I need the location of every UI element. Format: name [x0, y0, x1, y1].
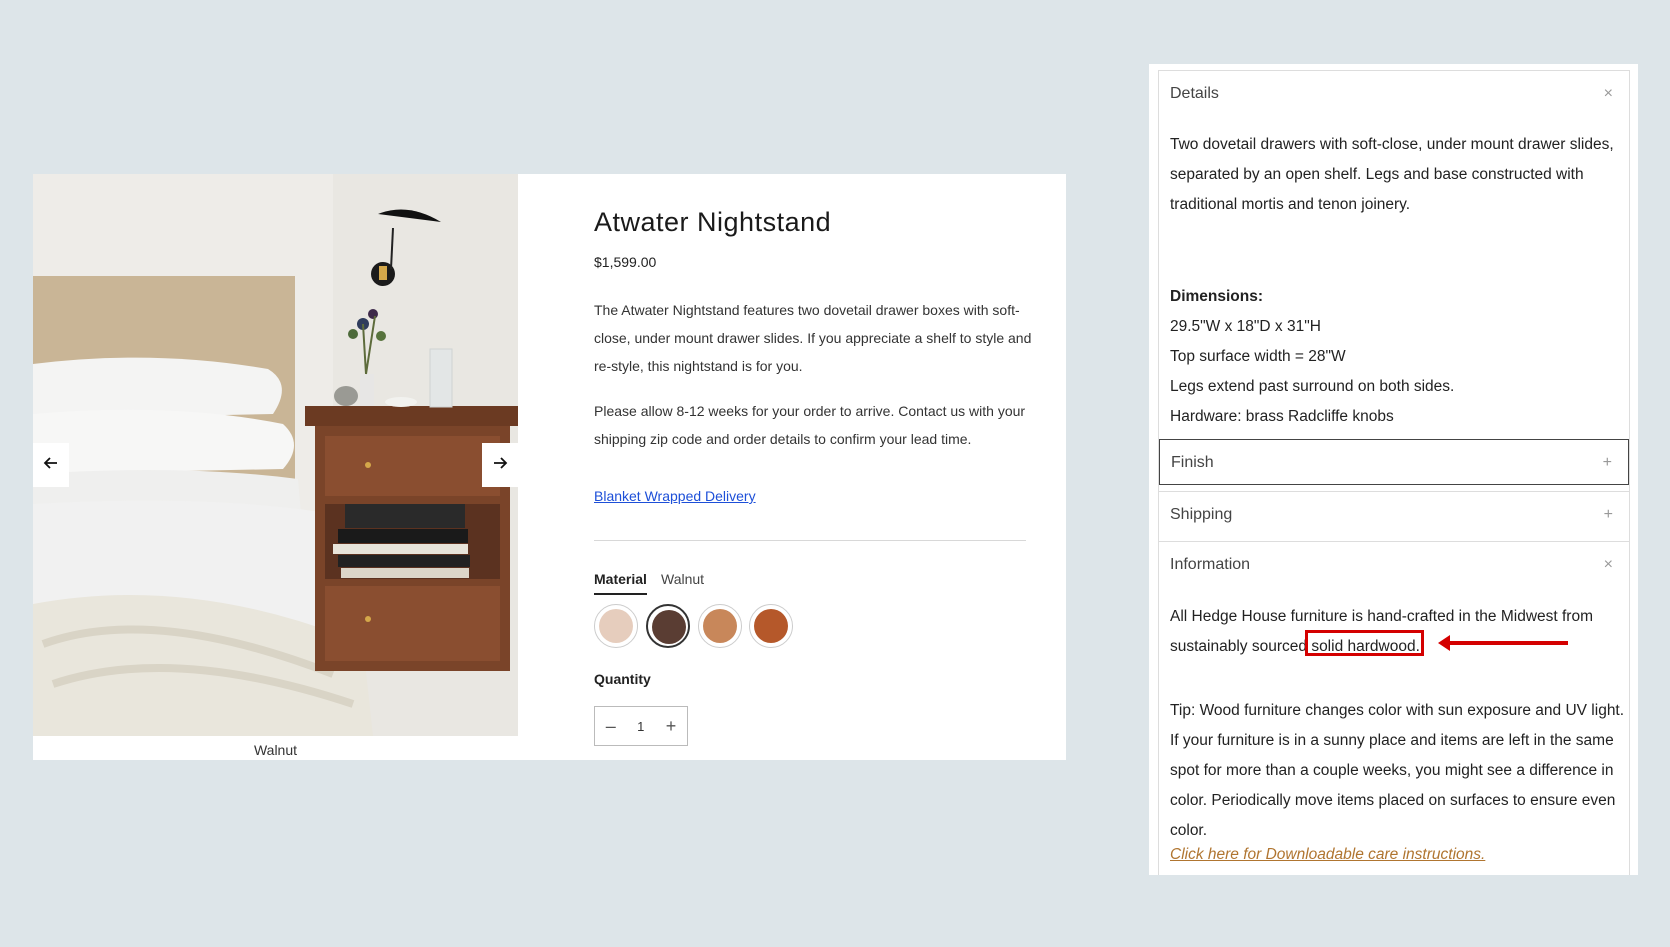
annotation-arrow-icon: [1434, 630, 1574, 661]
accordion-shipping-header[interactable]: Shipping +: [1159, 491, 1629, 537]
product-card: Walnut Atwater Nightstand $1,599.00 The …: [33, 174, 1066, 760]
quantity-stepper: – 1 +: [594, 706, 688, 746]
arrow-left-icon: [43, 455, 59, 476]
dimension-line: Hardware: brass Radcliffe knobs: [1170, 408, 1394, 425]
lead-time-note: Please allow 8-12 weeks for your order t…: [594, 403, 1026, 447]
material-selected-value: Walnut: [661, 571, 705, 587]
quantity-input[interactable]: 1: [637, 719, 644, 734]
close-icon: ×: [1603, 556, 1613, 573]
dimensions-title: Dimensions:: [1170, 288, 1264, 305]
next-image-button[interactable]: [482, 443, 518, 487]
swatch-mahogany[interactable]: [749, 604, 793, 648]
decrease-quantity-button[interactable]: –: [606, 716, 616, 737]
swatch-maple[interactable]: [594, 604, 638, 648]
accordion-label: Finish: [1171, 454, 1214, 471]
swatch-color: [599, 609, 633, 643]
accordion-finish-header[interactable]: Finish +: [1159, 439, 1629, 485]
plus-icon: +: [1603, 506, 1613, 523]
plus-icon: +: [1602, 454, 1612, 471]
accordion-label: Details: [1170, 85, 1219, 102]
blanket-wrapped-delivery-link[interactable]: Blanket Wrapped Delivery: [594, 488, 756, 504]
swatch-walnut[interactable]: [646, 604, 690, 648]
close-icon: ×: [1603, 85, 1613, 102]
swatch-color: [652, 610, 686, 644]
dimensions-list: 29.5"W x 18"D x 31"H Top surface width =…: [1170, 312, 1625, 432]
accordion-label: Shipping: [1170, 506, 1233, 523]
product-details-panel: Details × Two dovetail drawers with soft…: [1149, 64, 1638, 875]
arrow-right-icon: [492, 455, 508, 476]
dimension-line: Legs extend past surround on both sides.: [1170, 378, 1455, 395]
previous-image-button[interactable]: [33, 443, 69, 487]
divider: [594, 540, 1026, 541]
care-tip: Tip: Wood furniture changes color with s…: [1170, 702, 1625, 839]
swatch-color: [703, 609, 737, 643]
details-text: Two dovetail drawers with soft-close, un…: [1170, 136, 1614, 213]
accordion-information-header[interactable]: Information ×: [1159, 541, 1629, 587]
quantity-label: Quantity: [594, 671, 651, 687]
accordion-label: Information: [1170, 556, 1251, 573]
material-tab[interactable]: Material: [594, 571, 647, 595]
dimension-line: Top surface width = 28"W: [1170, 348, 1346, 365]
product-description: The Atwater Nightstand features two dove…: [594, 302, 1032, 374]
swatch-color: [754, 609, 788, 643]
accordion: Details × Two dovetail drawers with soft…: [1158, 70, 1630, 875]
increase-quantity-button[interactable]: +: [666, 716, 677, 737]
accordion-details-header[interactable]: Details ×: [1159, 70, 1629, 116]
image-caption: Walnut: [253, 742, 298, 758]
care-instructions-link[interactable]: Click here for Downloadable care instruc…: [1170, 846, 1485, 864]
dimension-line: 29.5"W x 18"D x 31"H: [1170, 318, 1321, 335]
product-price: $1,599.00: [594, 254, 657, 270]
product-title: Atwater Nightstand: [594, 207, 832, 237]
product-photo: [33, 174, 518, 736]
swatch-cherry[interactable]: [698, 604, 742, 648]
annotation-highlight-box: [1305, 630, 1424, 656]
